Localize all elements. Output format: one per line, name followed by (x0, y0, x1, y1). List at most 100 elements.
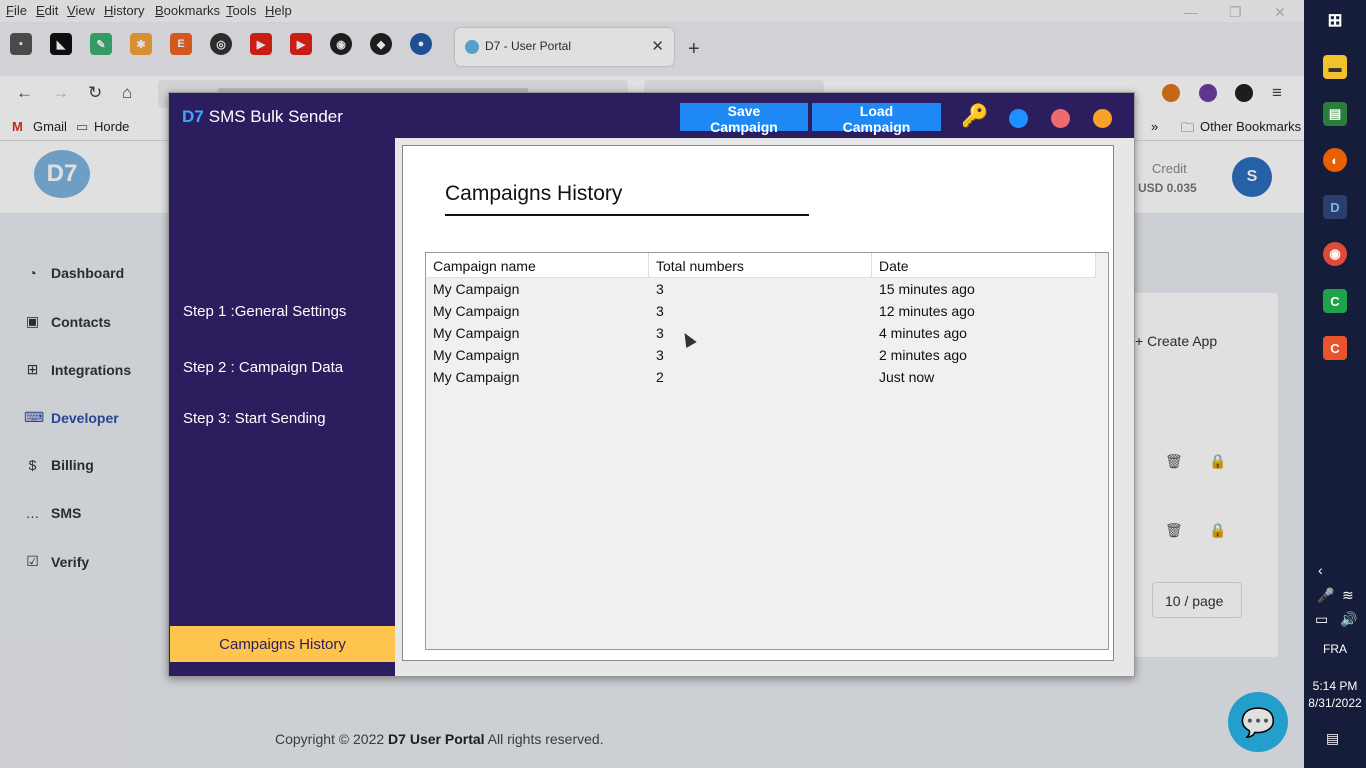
sidebar-item-verify[interactable]: ☑ Verify (24, 553, 89, 570)
campaigns-table[interactable]: Campaign name Total numbers Date My Camp… (425, 252, 1109, 650)
bookmark-other[interactable]: Other Bookmarks (1200, 119, 1301, 134)
menu-file[interactable]: File (6, 3, 27, 18)
c-orange-app-icon[interactable]: C (1323, 336, 1347, 360)
pinned-tab-save-icon[interactable]: ▪ (10, 33, 32, 55)
metamask-icon[interactable] (1162, 84, 1180, 102)
close-window-icon[interactable]: ✕ (1274, 4, 1286, 21)
column-header-campaign-name[interactable]: Campaign name (426, 253, 649, 277)
clock-date[interactable]: 8/31/2022 (1304, 696, 1366, 710)
horde-icon: ▭ (76, 119, 89, 134)
menu-view[interactable]: View (67, 3, 95, 18)
bookmark-horde[interactable]: Horde (94, 119, 129, 134)
volume-icon[interactable]: 🔊 (1340, 611, 1357, 628)
browser-menu-bar: File Edit View History Bookmarks Tools H… (0, 0, 1304, 22)
home-icon[interactable]: ⌂ (122, 83, 132, 103)
d7-taskbar-icon[interactable]: D (1323, 195, 1347, 219)
sidebar-item-sms[interactable]: … SMS (24, 505, 82, 521)
app-header: D7 SMS Bulk Sender Save Campaign Load Cam… (169, 93, 1134, 138)
menu-edit[interactable]: Edit (36, 3, 58, 18)
menu-tools[interactable]: Tools (226, 3, 256, 18)
orange-circle-icon[interactable] (1093, 109, 1112, 128)
per-page-select[interactable]: 10 / page (1152, 582, 1242, 618)
sidebar-label: SMS (51, 505, 82, 521)
sms-icon: … (25, 505, 40, 521)
table-row[interactable]: My Campaign 3 15 minutes ago (426, 278, 1106, 300)
app-menu-icon[interactable]: ≡ (1272, 83, 1282, 103)
spreadsheet-app-icon[interactable]: ▤ (1323, 102, 1347, 126)
k-extension-icon[interactable] (1235, 84, 1253, 102)
cell-campaign-name: My Campaign (433, 325, 520, 341)
battery-icon[interactable]: ▭ (1315, 611, 1328, 628)
windows-start-icon[interactable]: ⊞ (1323, 8, 1347, 32)
cell-total-numbers: 3 (656, 325, 664, 341)
delete-icon[interactable]: 🗑 (1165, 522, 1183, 539)
step-start-sending[interactable]: Step 3: Start Sending (183, 410, 326, 427)
load-campaign-button[interactable]: Load Campaign (812, 103, 941, 135)
active-tab[interactable]: D7 - User Portal ✕ (455, 28, 674, 66)
step-general-settings[interactable]: Step 1 :General Settings (183, 303, 346, 320)
chrome-icon[interactable]: ◉ (1323, 242, 1347, 266)
sidebar-item-dashboard[interactable]: ◔ Dashboard (24, 265, 124, 281)
pinned-tab-app-icon[interactable]: ◣ (50, 33, 72, 55)
lock-icon[interactable]: 🔒 (1209, 522, 1226, 539)
language-indicator[interactable]: FRA (1304, 642, 1366, 656)
wifi-icon[interactable]: ≋ (1342, 587, 1354, 604)
lock-icon[interactable]: 🔒 (1209, 453, 1226, 470)
menu-help[interactable]: Help (265, 3, 292, 18)
pinned-tab-bot-icon[interactable]: ◆ (370, 33, 392, 55)
table-row[interactable]: My Campaign 3 4 minutes ago (426, 322, 1106, 344)
red-circle-icon[interactable] (1051, 109, 1070, 128)
forward-icon[interactable]: → (52, 83, 69, 103)
minimize-icon[interactable]: — (1184, 4, 1198, 20)
restore-icon[interactable]: ❐ (1229, 4, 1242, 21)
cell-total-numbers: 3 (656, 281, 664, 297)
menu-history[interactable]: History (104, 3, 144, 18)
pinned-tab-star-icon[interactable]: ✱ (130, 33, 152, 55)
c-green-app-icon[interactable]: C (1323, 289, 1347, 313)
column-header-total-numbers[interactable]: Total numbers (649, 253, 872, 277)
close-tab-icon[interactable]: ✕ (651, 37, 664, 55)
contacts-icon: ▣ (25, 313, 40, 329)
campaigns-history-nav[interactable]: Campaigns History (170, 626, 395, 662)
more-bookmarks-icon[interactable]: » (1151, 119, 1158, 134)
notifications-icon[interactable]: ▤ (1326, 730, 1339, 747)
microphone-icon[interactable]: 🎤 (1317, 587, 1334, 604)
file-explorer-icon[interactable]: ▬ (1323, 55, 1347, 79)
key-icon[interactable]: 🔑 (961, 103, 988, 129)
plus-icon: + (1135, 333, 1148, 349)
save-campaign-button[interactable]: Save Campaign (680, 103, 808, 135)
pinned-tab-etsy-icon[interactable]: E (170, 33, 192, 55)
delete-icon[interactable]: 🗑 (1165, 453, 1183, 470)
developer-icon: ⌨ (24, 409, 45, 425)
pinned-tab-leaf-icon[interactable]: ✎ (90, 33, 112, 55)
sidebar-item-billing[interactable]: $ Billing (24, 457, 94, 473)
pinned-tab-github-icon[interactable]: ◉ (330, 33, 352, 55)
sidebar-item-contacts[interactable]: ▣ Contacts (24, 313, 111, 330)
step-campaign-data[interactable]: Step 2 : Campaign Data (183, 359, 343, 376)
firefox-icon[interactable]: ◐ (1323, 148, 1347, 172)
sidebar-item-integrations[interactable]: ⊞ Integrations (24, 361, 132, 378)
reload-icon[interactable]: ↻ (88, 83, 102, 103)
create-app-button[interactable]: + Create App (1135, 333, 1217, 349)
bookmark-gmail[interactable]: Gmail (33, 119, 67, 134)
pinned-tab-youtube-icon[interactable]: ▶ (250, 33, 272, 55)
table-row[interactable]: My Campaign 3 12 minutes ago (426, 300, 1106, 322)
tab-bar: ▪ ◣ ✎ ✱ E ◎ ▶ ▶ ◉ ◆ ● D7 - User Portal ✕… (0, 22, 1304, 76)
clock-time[interactable]: 5:14 PM (1304, 679, 1366, 693)
new-tab-icon[interactable]: + (688, 38, 700, 61)
pinned-tab-profile-icon[interactable]: ● (410, 33, 432, 55)
menu-bookmarks[interactable]: Bookmarks (155, 3, 220, 18)
chevron-left-icon[interactable]: ‹ (1318, 562, 1323, 578)
table-row[interactable]: My Campaign 3 2 minutes ago (426, 344, 1106, 366)
chat-icon[interactable]: 💬 (1228, 692, 1288, 752)
column-header-date[interactable]: Date (872, 253, 1096, 277)
pinned-tab-globe-icon[interactable]: ◎ (210, 33, 232, 55)
blue-circle-icon[interactable] (1009, 109, 1028, 128)
extension-icon[interactable] (1199, 84, 1217, 102)
d7-logo[interactable]: D7 (34, 150, 90, 198)
sidebar-item-developer[interactable]: ⌨ Developer (24, 409, 119, 426)
pinned-tab-youtube2-icon[interactable]: ▶ (290, 33, 312, 55)
avatar[interactable]: S (1232, 157, 1272, 197)
back-icon[interactable]: ← (16, 83, 33, 103)
table-row[interactable]: My Campaign 2 Just now (426, 366, 1106, 388)
